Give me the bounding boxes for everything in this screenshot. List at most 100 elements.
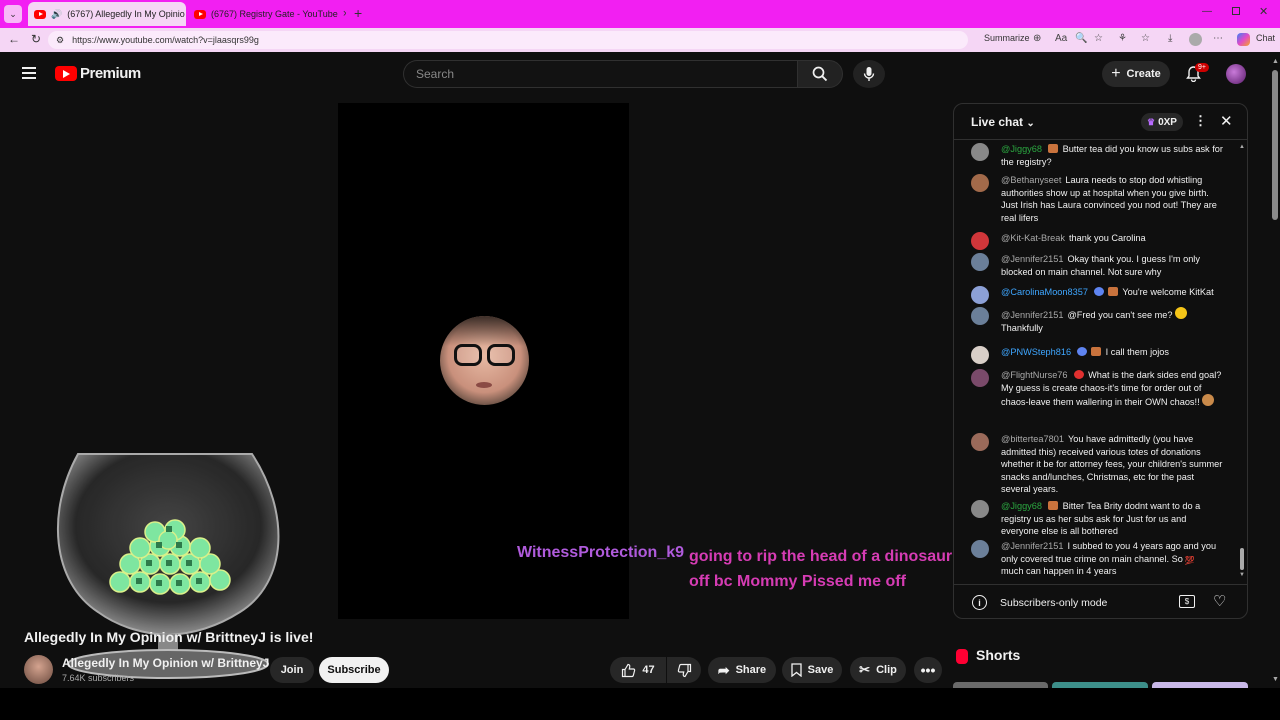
voice-search-button[interactable] bbox=[853, 60, 885, 88]
chat-message-text: You're welcome KitKat bbox=[1122, 287, 1214, 297]
chat-scroll-down-icon[interactable]: ▼ bbox=[1239, 572, 1245, 578]
chat-author[interactable]: @Jennifer2151 bbox=[1001, 254, 1063, 264]
restore-icon[interactable] bbox=[1232, 7, 1240, 15]
chat-author[interactable]: @Jennifer2151 bbox=[1001, 310, 1063, 320]
scroll-up-arrow-icon[interactable]: ▲ bbox=[1272, 58, 1279, 65]
chevron-down-icon: ⌄ bbox=[1026, 118, 1035, 129]
chat-button[interactable]: Chat bbox=[1256, 33, 1275, 43]
extension-icon[interactable]: ⚘ bbox=[1118, 33, 1127, 44]
download-icon[interactable]: ⤓ bbox=[1168, 33, 1172, 44]
chat-avatar[interactable] bbox=[971, 500, 989, 518]
back-icon[interactable]: ← bbox=[8, 32, 20, 46]
dislike-button[interactable] bbox=[667, 657, 701, 683]
chat-message-text: I call them jojos bbox=[1105, 347, 1169, 357]
xp-badge[interactable]: ♛ 0XP bbox=[1141, 113, 1183, 131]
chat-avatar[interactable] bbox=[971, 232, 989, 250]
chat-avatar[interactable] bbox=[971, 540, 989, 558]
live-chat-header: Live chat ⌄ ♛ 0XP ⋮ ✕ bbox=[954, 104, 1247, 140]
chat-avatar[interactable] bbox=[971, 307, 989, 325]
info-icon[interactable]: i bbox=[972, 595, 987, 610]
close-tab-icon[interactable]: × bbox=[343, 8, 346, 20]
chat-avatar[interactable] bbox=[971, 369, 989, 387]
speaker-icon: 🔊 bbox=[51, 8, 63, 19]
chat-avatar[interactable] bbox=[971, 286, 989, 304]
live-chat-footer: i Subscribers-only mode $ ♡ bbox=[954, 584, 1247, 618]
chat-avatar[interactable] bbox=[971, 346, 989, 364]
heart-icon[interactable]: ♡ bbox=[1213, 592, 1226, 610]
overlay-chat-username: WitnessProtection_k9 bbox=[517, 544, 685, 561]
chat-author[interactable]: @Jiggy68 bbox=[1001, 144, 1042, 154]
chat-author[interactable]: @Kit-Kat-Break bbox=[1001, 233, 1065, 243]
chat-author[interactable]: @FlightNurse76 bbox=[1001, 370, 1068, 380]
close-chat-icon[interactable]: ✕ bbox=[1220, 112, 1233, 130]
super-chat-icon[interactable]: $ bbox=[1179, 595, 1195, 608]
summarize-icon[interactable]: ⊕ bbox=[1033, 33, 1041, 44]
subscribe-label: Subscribe bbox=[327, 664, 381, 676]
share-icon: ➦ bbox=[717, 661, 730, 678]
url-field[interactable]: ⚙ https://www.youtube.com/watch?v=jlaasq… bbox=[48, 31, 968, 49]
minimize-icon[interactable]: — bbox=[1202, 6, 1212, 17]
browser-address-bar: ← ↻ ⚙ https://www.youtube.com/watch?v=jl… bbox=[0, 28, 1280, 52]
chat-author[interactable]: @PNWSteph816 bbox=[1001, 347, 1071, 357]
new-tab-icon[interactable]: + bbox=[354, 5, 362, 21]
page-scroll-thumb[interactable] bbox=[1272, 70, 1278, 220]
search-button[interactable] bbox=[797, 60, 843, 88]
browser-tab[interactable]: (6767) Registry Gate - YouTube × bbox=[188, 2, 346, 26]
share-button[interactable]: ➦ Share bbox=[708, 657, 776, 683]
streamer-webcam-circle bbox=[440, 316, 529, 405]
save-button[interactable]: Save bbox=[782, 657, 842, 683]
search-input[interactable]: Search bbox=[403, 60, 797, 88]
favorites-icon[interactable]: ☆ bbox=[1141, 33, 1150, 44]
scroll-down-arrow-icon[interactable]: ▼ bbox=[1272, 676, 1279, 683]
scissors-icon: ✂ bbox=[859, 662, 871, 677]
url-text: https://www.youtube.com/watch?v=jlaasqrs… bbox=[72, 35, 259, 45]
close-window-icon[interactable]: ✕ bbox=[1259, 5, 1268, 18]
live-chat-title-dropdown[interactable]: Live chat ⌄ bbox=[971, 115, 1035, 129]
snifter-glass-overlay-image bbox=[56, 453, 280, 679]
chat-author[interactable]: @bittertea7801 bbox=[1001, 434, 1064, 444]
chat-author[interactable]: @CarolinaMoon8357 bbox=[1001, 287, 1088, 297]
chat-author[interactable]: @Bethanyseet bbox=[1001, 175, 1061, 185]
clip-button[interactable]: ✂ Clip bbox=[850, 657, 906, 683]
create-button[interactable]: + Create bbox=[1102, 61, 1170, 87]
more-actions-button[interactable]: ••• bbox=[914, 657, 942, 683]
chat-author[interactable]: @Jiggy68 bbox=[1001, 501, 1042, 511]
zoom-icon[interactable]: 🔍 bbox=[1075, 33, 1087, 44]
tab-search-dropdown[interactable]: ⌄ bbox=[4, 5, 22, 23]
browser-tab-active[interactable]: 🔊 (6767) Allegedly In My Opinio × bbox=[28, 2, 186, 26]
like-button[interactable]: 47 bbox=[610, 657, 666, 683]
page-scrollbar[interactable]: ▲ ▼ bbox=[1270, 56, 1280, 688]
youtube-logo[interactable]: Premium bbox=[55, 65, 141, 82]
tab-label: (6767) Registry Gate - YouTube bbox=[211, 9, 338, 19]
chat-message-text: thank you Carolina bbox=[1068, 233, 1146, 243]
thumbs-up-icon bbox=[622, 663, 636, 677]
chat-avatar[interactable] bbox=[971, 143, 989, 161]
user-avatar[interactable] bbox=[1226, 64, 1246, 84]
chat-scroll-thumb[interactable] bbox=[1240, 548, 1244, 570]
shorts-title: Shorts bbox=[976, 647, 1021, 663]
channel-avatar[interactable] bbox=[24, 655, 53, 684]
profile-avatar-icon[interactable] bbox=[1189, 33, 1202, 46]
bookmark-icon bbox=[790, 663, 802, 677]
more-menu-icon[interactable]: ⋯ bbox=[1213, 33, 1223, 44]
join-button[interactable]: Join bbox=[270, 657, 314, 683]
chat-scrollbar[interactable]: ▲ ▼ bbox=[1239, 142, 1245, 582]
channel-name[interactable]: Allegedly In My Opinion w/ BrittneyJ bbox=[62, 656, 269, 670]
hamburger-menu-icon[interactable] bbox=[22, 67, 36, 79]
chat-avatar[interactable] bbox=[971, 433, 989, 451]
chat-message-text-continued: much can happen in 4 years bbox=[1001, 566, 1117, 577]
refresh-icon[interactable]: ↻ bbox=[31, 32, 41, 46]
chat-avatar[interactable] bbox=[971, 253, 989, 271]
monkey-emoji-icon bbox=[1201, 394, 1214, 407]
member-badge-icon bbox=[1107, 287, 1118, 296]
chat-author[interactable]: @Jennifer2151 bbox=[1001, 541, 1063, 551]
chat-avatar[interactable] bbox=[971, 174, 989, 192]
chat-more-options-icon[interactable]: ⋮ bbox=[1194, 113, 1207, 129]
favorite-star-icon[interactable]: ☆ bbox=[1094, 33, 1103, 44]
chat-scroll-up-icon[interactable]: ▲ bbox=[1239, 144, 1245, 150]
read-aloud-icon[interactable]: Aa bbox=[1055, 33, 1067, 44]
summarize-button[interactable]: Summarize bbox=[984, 33, 1030, 43]
copilot-icon[interactable] bbox=[1237, 33, 1250, 46]
site-info-icon[interactable]: ⚙ bbox=[56, 35, 64, 46]
subscribe-button[interactable]: Subscribe bbox=[319, 657, 389, 683]
